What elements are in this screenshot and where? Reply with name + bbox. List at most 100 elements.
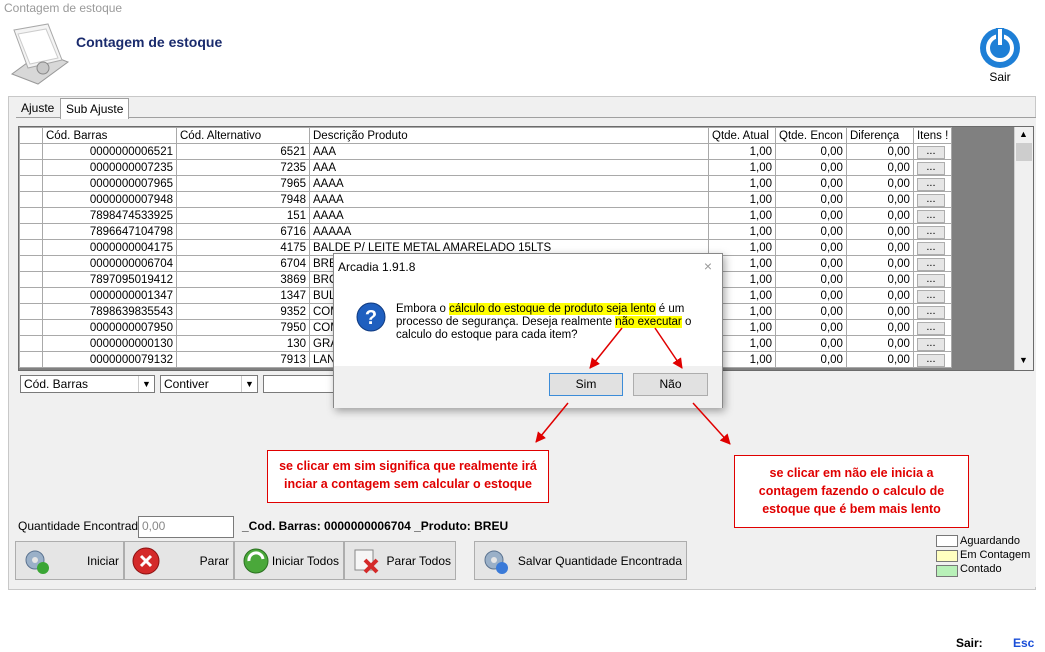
cell-cod-alternativo: 130 — [176, 335, 310, 352]
cell-itens: ... — [912, 351, 953, 368]
cell-cod-alternativo: 9352 — [176, 303, 310, 320]
footer-exit-key[interactable]: Esc — [1013, 636, 1034, 650]
tab-ajuste[interactable]: Ajuste — [16, 98, 59, 118]
salvar-button[interactable]: Salvar Quantidade Encontrada — [474, 541, 687, 580]
table-row[interactable]: 0000000006521 6521 AAA 1,00 0,00 0,00... — [19, 143, 953, 160]
cell-cod-barras: 0000000001347 — [42, 287, 177, 304]
yes-button[interactable]: Sim — [549, 373, 623, 396]
row-indicator[interactable] — [19, 351, 43, 368]
exit-button[interactable]: Sair — [970, 20, 1030, 86]
table-row[interactable]: 0000000007965 7965 AAAA 1,00 0,00 0,00... — [19, 175, 953, 192]
table-row[interactable]: 7896647104798 6716 AAAAA 1,00 0,00 0,00... — [19, 223, 953, 240]
table-row[interactable]: 7898474533925 151 AAAA 1,00 0,00 0,00... — [19, 207, 953, 224]
chevron-down-icon: ▼ — [241, 376, 257, 392]
parar-todos-button[interactable]: Parar Todos — [344, 541, 456, 580]
row-details-button[interactable]: ... — [916, 257, 945, 271]
no-button[interactable]: Não — [633, 373, 708, 396]
col-header[interactable]: Cód. Barras — [42, 127, 177, 144]
row-details-button[interactable]: ... — [916, 273, 945, 287]
grid-scrollbar[interactable]: ▲ ▼ — [1014, 127, 1033, 370]
row-indicator[interactable] — [19, 303, 43, 320]
cell-cod-alternativo: 4175 — [176, 239, 310, 256]
scroll-down-icon[interactable]: ▼ — [1019, 355, 1028, 365]
col-header[interactable]: Qtde. Atual — [708, 127, 776, 144]
row-details-button[interactable]: ... — [916, 241, 945, 255]
cell-qtde-atual: 1,00 — [708, 207, 776, 224]
row-details-button[interactable]: ... — [916, 145, 945, 159]
cell-itens: ... — [912, 223, 953, 240]
row-details-button[interactable]: ... — [916, 161, 945, 175]
row-details-button[interactable]: ... — [916, 353, 945, 367]
tab-sub-ajuste[interactable]: Sub Ajuste — [60, 98, 130, 119]
iniciar-button[interactable]: Iniciar — [15, 541, 124, 580]
col-header[interactable]: Itens ! — [912, 127, 953, 144]
stop-all-icon — [354, 549, 379, 574]
cell-qtde-atual: 1,00 — [708, 159, 776, 176]
cell-qtde-encon: 0,00 — [775, 159, 847, 176]
cell-itens: ... — [912, 255, 953, 272]
cell-cod-barras: 0000000007965 — [42, 175, 177, 192]
row-details-button[interactable]: ... — [916, 305, 945, 319]
scroll-thumb[interactable] — [1016, 143, 1032, 161]
cell-qtde-encon: 0,00 — [775, 335, 847, 352]
cell-cod-barras: 7898639835543 — [42, 303, 177, 320]
cell-cod-alternativo: 7948 — [176, 191, 310, 208]
cell-itens: ... — [912, 271, 953, 288]
col-header[interactable]: Descrição Produto — [309, 127, 709, 144]
row-indicator[interactable] — [19, 143, 43, 160]
row-indicator[interactable] — [19, 175, 43, 192]
row-indicator[interactable] — [19, 255, 43, 272]
cell-cod-barras: 0000000006521 — [42, 143, 177, 160]
parar-button[interactable]: Parar — [124, 541, 234, 580]
table-row[interactable]: 0000000007235 7235 AAA 1,00 0,00 0,00... — [19, 159, 953, 176]
row-indicator[interactable] — [19, 159, 43, 176]
cell-cod-barras: 7897095019412 — [42, 271, 177, 288]
question-icon: ? — [356, 302, 386, 332]
row-indicator[interactable] — [19, 319, 43, 336]
row-details-button[interactable]: ... — [916, 225, 945, 239]
legend-label: Contado — [960, 563, 1002, 575]
iniciar-label: Iniciar — [86, 554, 119, 568]
iniciar-todos-button[interactable]: Iniciar Todos — [234, 541, 344, 580]
cell-cod-barras: 7896647104798 — [42, 223, 177, 240]
row-indicator[interactable] — [19, 239, 43, 256]
row-details-button[interactable]: ... — [916, 209, 945, 223]
cell-itens: ... — [912, 303, 953, 320]
scroll-up-icon[interactable]: ▲ — [1019, 129, 1028, 139]
row-indicator[interactable] — [19, 223, 43, 240]
row-details-button[interactable]: ... — [916, 321, 945, 335]
cell-diferenca: 0,00 — [845, 335, 914, 352]
table-row[interactable]: 0000000007948 7948 AAAA 1,00 0,00 0,00... — [19, 191, 953, 208]
row-indicator[interactable] — [19, 335, 43, 352]
cell-diferenca: 0,00 — [845, 239, 914, 256]
row-details-button[interactable]: ... — [916, 337, 945, 351]
row-details-button[interactable]: ... — [916, 193, 945, 207]
col-header[interactable]: Cód. Alternativo — [176, 127, 310, 144]
row-indicator[interactable] — [19, 287, 43, 304]
row-indicator[interactable] — [19, 271, 43, 288]
cell-cod-alternativo: 1347 — [176, 287, 310, 304]
close-icon[interactable]: × — [704, 258, 712, 274]
row-details-button[interactable]: ... — [916, 177, 945, 191]
cell-qtde-encon: 0,00 — [775, 287, 847, 304]
row-indicator-header — [19, 127, 43, 144]
cell-cod-alternativo: 7235 — [176, 159, 310, 176]
filter-value-input[interactable] — [263, 375, 343, 393]
quantity-input[interactable]: 0,00 — [138, 516, 234, 538]
col-header[interactable]: Diferença — [845, 127, 914, 144]
filter-operator-select[interactable]: Contiver ▼ — [160, 375, 258, 393]
filter-field-select[interactable]: Cód. Barras ▼ — [20, 375, 155, 393]
cell-cod-barras: 7898474533925 — [42, 207, 177, 224]
cell-diferenca: 0,00 — [845, 351, 914, 368]
row-indicator[interactable] — [19, 191, 43, 208]
cell-itens: ... — [912, 239, 953, 256]
cell-qtde-encon: 0,00 — [775, 223, 847, 240]
col-header[interactable]: Qtde. Encon — [775, 127, 847, 144]
cell-descricao: AAA — [309, 159, 709, 176]
cell-descricao: AAAA — [309, 191, 709, 208]
cell-itens: ... — [912, 143, 953, 160]
row-details-button[interactable]: ... — [916, 289, 945, 303]
cell-cod-barras: 0000000079132 — [42, 351, 177, 368]
cell-itens: ... — [912, 335, 953, 352]
row-indicator[interactable] — [19, 207, 43, 224]
